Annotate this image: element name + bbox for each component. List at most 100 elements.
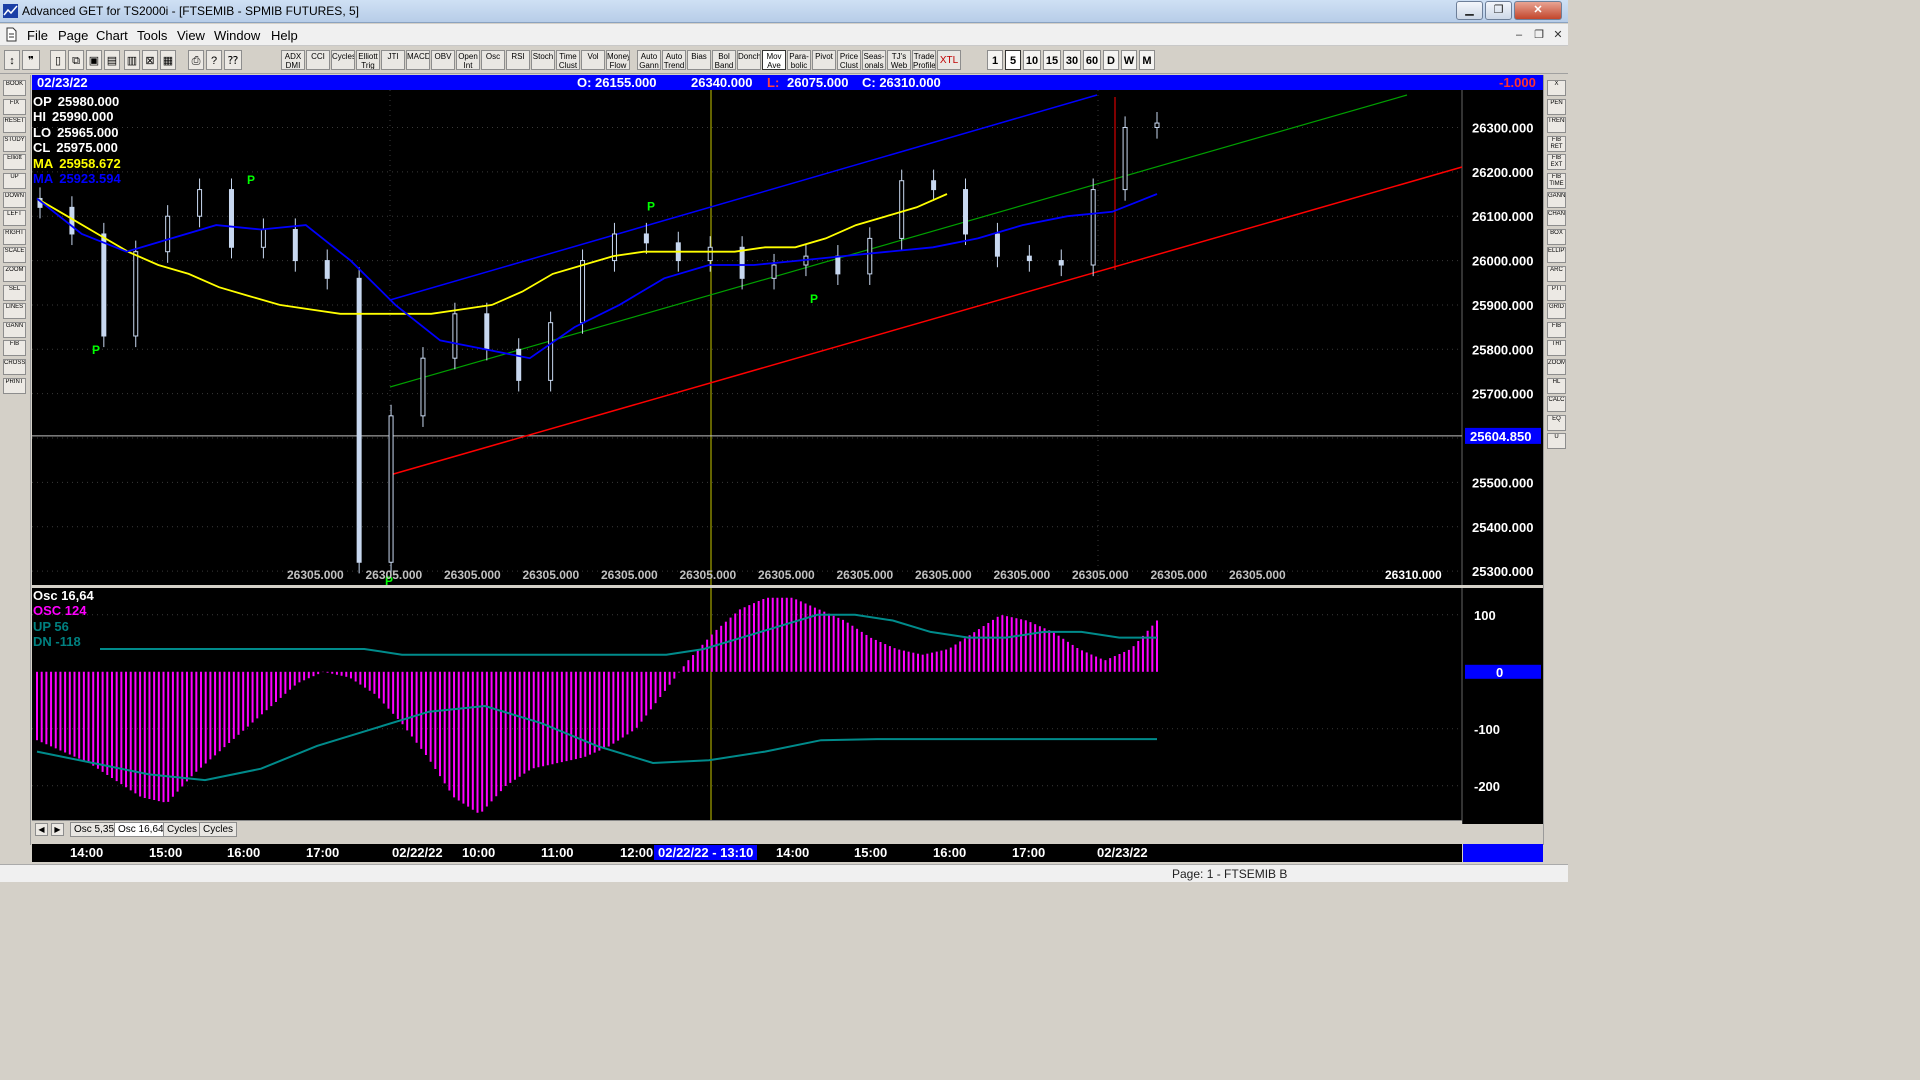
right-tool-x[interactable]: X [1547,80,1566,96]
left-tool-fix[interactable]: FIX [3,98,26,115]
interval-button-d[interactable]: D [1103,50,1119,70]
study-button-time-clust[interactable]: Time Clust [556,50,580,70]
right-tool-tri[interactable]: TRI [1547,340,1566,357]
quote-icon[interactable]: ❞ [22,50,40,70]
interval-button-m[interactable]: M [1139,50,1155,70]
mdi-close-button[interactable]: ✕ [1549,27,1567,43]
right-tool-gann[interactable]: GANN [1547,191,1566,208]
study-button-obv[interactable]: OBV [431,50,455,70]
close-button[interactable]: ✕ [1514,1,1562,20]
grid-icon[interactable]: ▦ [160,50,176,70]
tab-osc-16-64[interactable]: Osc 16,64 [114,822,168,837]
left-tool-left[interactable]: LEFT [3,210,26,227]
study-button-price-clust[interactable]: Price Clust [837,50,861,70]
study-button-stoch[interactable]: Stoch [531,50,555,70]
right-tool-pen[interactable]: PEN [1547,98,1566,115]
study-button-trade-profile[interactable]: Trade Profile [912,50,936,70]
right-tool-fib-ext[interactable]: FIB EXT [1547,154,1566,171]
right-tool-hl[interactable]: HL [1547,377,1566,394]
study-button-cycles[interactable]: Cycles [331,50,355,70]
left-tool-sel[interactable]: SEL [3,284,26,301]
interval-button-60[interactable]: 60 [1083,50,1101,70]
chart-icon[interactable]: ▥ [124,50,140,70]
interval-button-w[interactable]: W [1121,50,1137,70]
study-button-xtl[interactable]: XTL [937,50,961,70]
mdi-minimize-button[interactable]: – [1510,27,1528,43]
interval-button-30[interactable]: 30 [1063,50,1081,70]
study-button-seas-onals[interactable]: Seas-onals [862,50,886,70]
left-tool-study[interactable]: STUDY [3,135,26,152]
right-tool-trend[interactable]: TREND [1547,117,1566,134]
right-tool-arc[interactable]: ARC [1547,266,1566,282]
right-tool-fib[interactable]: FIB [1547,321,1566,338]
right-tool-zoom[interactable]: ZOOM [1547,359,1566,375]
left-tool-down[interactable]: DOWN [3,191,26,208]
menu-help[interactable]: Help [271,28,298,43]
print-icon[interactable]: ⎙ [188,50,204,70]
oscillator-pane[interactable]: 100 0 -100 -200 Osc 16,64 OSC 124 UP 56 DN -11… [32,588,1543,824]
minimize-button[interactable]: ▁ [1456,1,1483,20]
save-icon[interactable]: ▤ [104,50,120,70]
right-tool-pti[interactable]: PTI [1547,284,1566,301]
new-page-icon[interactable]: ▯ [50,50,66,70]
left-tool-fib[interactable]: FIB [3,340,26,357]
study-button-pivot[interactable]: Pivot [812,50,836,70]
price-chart-pane[interactable]: 26300.000 26200.000 26100.000 26000.000 2590… [32,75,1543,585]
tab-scroll-right-icon[interactable]: ▶ [51,823,64,836]
left-tool-gann[interactable]: GANN [3,321,26,338]
menu-view[interactable]: View [177,28,205,43]
menu-page[interactable]: Page [58,28,88,43]
context-help-icon[interactable]: ⁇ [224,50,242,70]
left-tool-print[interactable]: PRINT [3,377,26,394]
study-button-open-int[interactable]: Open Int [456,50,480,70]
menu-window[interactable]: Window [214,28,260,43]
delete-icon[interactable]: ⊠ [142,50,158,70]
menu-tools[interactable]: Tools [137,28,167,43]
oscillator-chart[interactable]: 100 0 -100 -200 [32,588,1543,824]
tab-scroll-left-icon[interactable]: ◀ [35,823,48,836]
study-button-bias[interactable]: Bias [687,50,711,70]
left-tool-scale[interactable]: SCALE [3,247,26,264]
study-button-auto-gann[interactable]: Auto Gann [637,50,661,70]
study-button-macd[interactable]: MACD [406,50,430,70]
tab-cycles-1[interactable]: Cycles [163,822,202,837]
interval-button-1[interactable]: 1 [987,50,1003,70]
price-chart[interactable]: 26300.000 26200.000 26100.000 26000.000 2590… [32,75,1543,585]
study-button-para-bolic[interactable]: Para-bolic [787,50,811,70]
mdi-restore-button[interactable]: ❐ [1530,27,1548,43]
left-tool-zoom[interactable]: ZOOM [3,266,26,282]
study-button-adx-dmi[interactable]: ADX DMI [281,50,305,70]
study-button-osc[interactable]: Osc [481,50,505,70]
restore-button[interactable]: ❐ [1485,1,1512,20]
help-icon[interactable]: ? [206,50,222,70]
right-tool-eq[interactable]: EQ [1547,414,1566,431]
left-tool-up[interactable]: UP [3,173,26,189]
study-button-money-flow[interactable]: Money Flow [606,50,630,70]
right-tool-box[interactable]: BOX [1547,228,1566,245]
left-tool-book[interactable]: BOOK [3,80,26,96]
tab-cycles-2[interactable]: Cycles [199,822,238,837]
right-tool-fib-ret[interactable]: FIB RET [1547,135,1566,152]
left-tool-reset[interactable]: RESET [3,117,26,134]
left-tool-right[interactable]: RIGHT [3,228,26,245]
right-tool-ellips[interactable]: ELLIPS [1547,247,1566,264]
right-tool-grid[interactable]: GRID [1547,303,1566,320]
document-icon[interactable] [5,27,17,42]
left-tool-cross[interactable]: CROSS [3,359,26,375]
study-button-jti[interactable]: JTI [381,50,405,70]
right-tool-chan[interactable]: CHAN [1547,210,1566,227]
tab-osc-5-35[interactable]: Osc 5,35 [70,822,119,837]
study-button-auto-trend[interactable]: Auto Trend [662,50,686,70]
right-tool-calc[interactable]: CALC [1547,396,1566,413]
study-button-mov-ave[interactable]: Mov Ave [762,50,786,70]
copy-icon[interactable]: ⧉ [68,50,84,70]
study-button-donch[interactable]: Donch [737,50,761,70]
left-tool-lines[interactable]: LINES [3,303,26,320]
menu-file[interactable]: File [27,28,48,43]
interval-button-5[interactable]: 5 [1005,50,1021,70]
menu-chart[interactable]: Chart [96,28,128,43]
interval-button-10[interactable]: 10 [1023,50,1041,70]
study-button-rsi[interactable]: RSI [506,50,530,70]
study-button-vol[interactable]: Vol [581,50,605,70]
study-button-tj-s-web[interactable]: TJ's Web [887,50,911,70]
